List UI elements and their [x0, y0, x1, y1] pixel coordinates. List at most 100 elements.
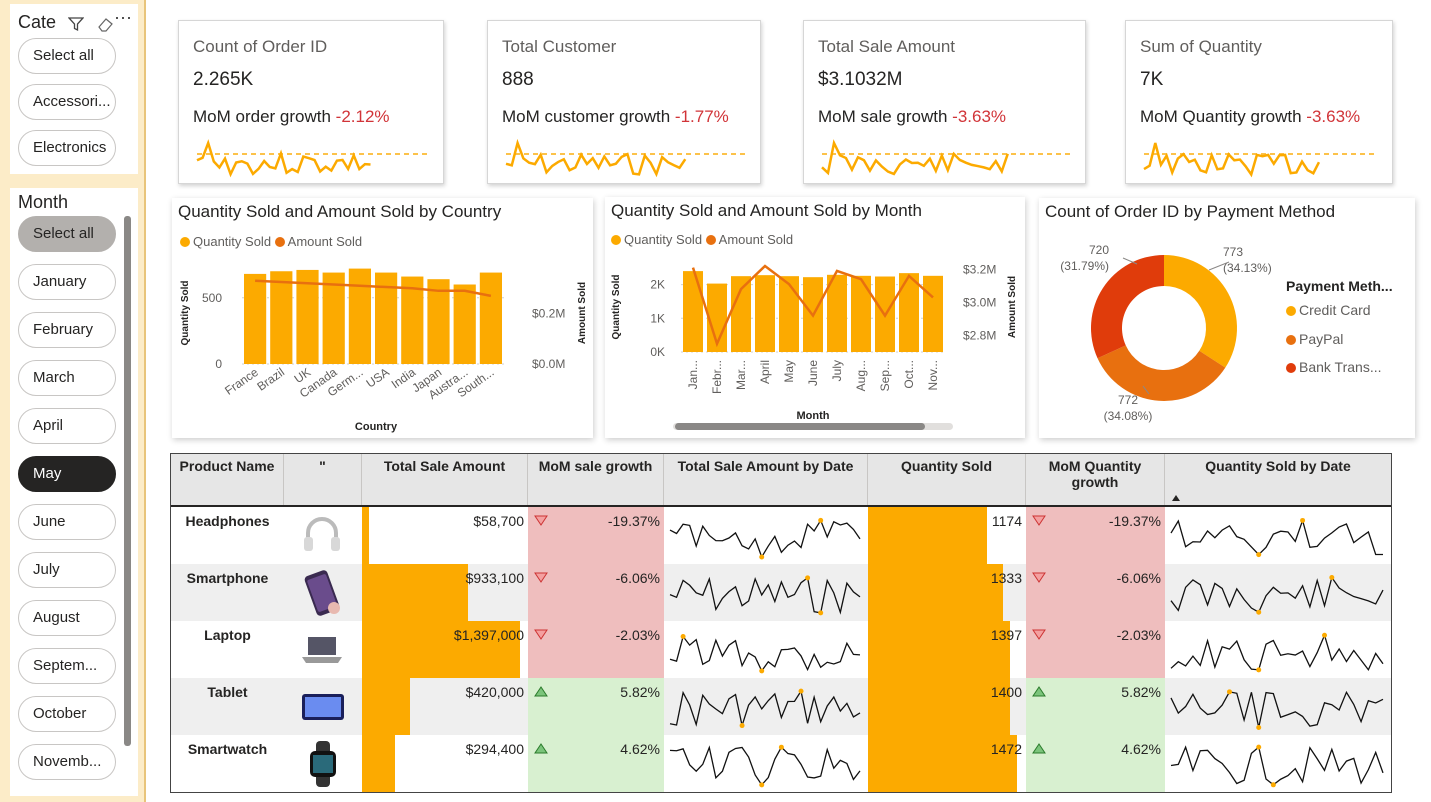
y2-axis-title: Amount Sold: [1007, 276, 1018, 338]
col-header-product[interactable]: Product Name: [171, 454, 284, 506]
laptop-icon: [302, 637, 342, 663]
month-item-february[interactable]: February: [18, 312, 116, 348]
month-item-may[interactable]: May: [18, 456, 116, 492]
table-row[interactable]: Smartphone $933,100 -6.06% 1333 -6.06%: [171, 564, 1391, 621]
quantity-sparkline-cell: [1165, 735, 1391, 792]
kpi-value: 7K: [1140, 69, 1164, 90]
sparkline-high-marker: [1226, 689, 1232, 695]
col-header-mom-quantity[interactable]: MoM Quantity growth: [1026, 454, 1165, 506]
col-header-qty-by-date[interactable]: Quantity Sold by Date: [1165, 454, 1391, 506]
product-name-cell: Smartwatch: [187, 741, 268, 757]
category-item-accessories[interactable]: Accessori...: [18, 84, 116, 120]
payment-legend-paypal[interactable]: PayPal: [1286, 331, 1343, 347]
mom-sale-value: 5.82%: [620, 684, 660, 700]
quantity-cell: 1174: [868, 507, 1026, 564]
month-item-january[interactable]: January: [18, 264, 116, 300]
sparkline-high-marker: [680, 634, 686, 640]
table-row[interactable]: Headphones $58,700 -19.37% 1174 -19.37%: [171, 507, 1391, 564]
product-image-cell: [284, 564, 362, 621]
payment-legend-bank[interactable]: Bank Trans...: [1286, 359, 1381, 375]
month-slicer-title: Month: [18, 192, 69, 212]
product-image-cell: [284, 678, 362, 735]
more-options-icon[interactable]: ⋯: [114, 8, 132, 29]
payment-legend-title: Payment Meth...: [1286, 278, 1393, 294]
quantity-sparkline-cell: [1165, 621, 1391, 678]
sale-sparkline-cell: [664, 564, 868, 621]
sparkline-low-marker: [1256, 552, 1262, 558]
x-tick-label: Mar...: [734, 360, 748, 390]
sparkline-low-marker: [1270, 782, 1276, 788]
bar-quantity: [244, 273, 267, 364]
quantity-bar: [868, 678, 1010, 735]
slice-count: 773: [1223, 245, 1243, 259]
payment-legend-credit[interactable]: Credit Card: [1286, 302, 1371, 318]
sparkline-line: [669, 689, 861, 729]
kpi-label: Sum of Quantity: [1140, 37, 1262, 56]
kpi-growth: MoM customer growth -1.77%: [502, 107, 729, 127]
slice-percent: (31.79%): [1060, 259, 1109, 273]
month-item-november[interactable]: Novemb...: [18, 744, 116, 780]
col-header-image[interactable]: ": [284, 454, 362, 506]
table-row[interactable]: Laptop $1,397,000 -2.03% 1397 -2.03%: [171, 621, 1391, 678]
bar-quantity: [755, 275, 775, 352]
sale-sparkline-cell: [664, 621, 868, 678]
y2-tick-label: $2.8M: [963, 328, 996, 342]
kpi-card-orders: Count of Order ID 2.265K MoM order growt…: [178, 20, 444, 184]
month-chart-scroll-track[interactable]: [673, 423, 953, 430]
table-row[interactable]: Smartwatch $294,400 4.62% 1472 4.62%: [171, 735, 1391, 792]
slice-count: 772: [1118, 393, 1138, 407]
mom-sale-cell: 4.62%: [528, 735, 664, 792]
sale-amount-cell: $933,100: [362, 564, 528, 621]
sparkline-high-marker: [805, 575, 811, 581]
bar-quantity: [683, 271, 703, 352]
mom-quantity-value: 5.82%: [1121, 684, 1161, 700]
month-item-october[interactable]: October: [18, 696, 116, 732]
product-image-cell: [284, 621, 362, 678]
month-chart: Quantity Sold and Amount Sold by Month Q…: [605, 197, 1025, 438]
month-item-june[interactable]: June: [18, 504, 116, 540]
month-slicer-scrollbar[interactable]: [124, 216, 131, 746]
col-header-sale-amount[interactable]: Total Sale Amount: [362, 454, 528, 506]
mom-sale-cell: -2.03%: [528, 621, 664, 678]
table-row[interactable]: Tablet $420,000 5.82% 1400 5.82%: [171, 678, 1391, 735]
col-header-quantity[interactable]: Quantity Sold: [868, 454, 1026, 506]
mom-sale-value: 4.62%: [620, 741, 660, 757]
month-item-march[interactable]: March: [18, 360, 116, 396]
mom-quantity-cell: 4.62%: [1026, 735, 1165, 792]
filter-icon[interactable]: [68, 16, 84, 32]
kpi-label: Total Sale Amount: [818, 37, 956, 56]
month-item-april[interactable]: April: [18, 408, 116, 444]
eraser-icon[interactable]: [96, 16, 114, 32]
month-item-july[interactable]: July: [18, 552, 116, 588]
bar-quantity: [453, 284, 476, 364]
quantity-value: 1472: [990, 741, 1022, 757]
category-item-electronics[interactable]: Electronics: [18, 130, 116, 166]
month-item-september[interactable]: Septem...: [18, 648, 116, 684]
bar-quantity: [851, 275, 871, 352]
category-item-select-all[interactable]: Select all: [18, 38, 116, 74]
sparkline-line: [1143, 142, 1321, 178]
month-item-select-all[interactable]: Select all: [18, 216, 116, 252]
x-tick-label: Sep...: [878, 360, 892, 391]
col-header-mom-sale[interactable]: MoM sale growth: [528, 454, 664, 506]
mom-sale-value: -19.37%: [607, 513, 660, 529]
mom-quantity-cell: -2.03%: [1026, 621, 1165, 678]
month-slicer: Month Select all January February March …: [10, 188, 138, 796]
month-chart-scroll-thumb[interactable]: [675, 423, 925, 430]
product-table: Product Name " Total Sale Amount MoM sal…: [170, 453, 1392, 793]
kpi-label: Count of Order ID: [193, 37, 328, 56]
bar-quantity: [479, 272, 502, 364]
kpi-value: 2.265K: [193, 69, 254, 90]
quantity-bar: [868, 564, 1003, 621]
slice-count: 720: [1089, 243, 1109, 257]
month-chart-plot: 0K 1K 2K $2.8M $3.0M $3.2M Jan... Febr... Mar...…: [611, 262, 1018, 422]
col-header-sale-by-date[interactable]: Total Sale Amount by Date: [664, 454, 868, 506]
month-item-august[interactable]: August: [18, 600, 116, 636]
kpi-value: $3.1032M: [818, 69, 903, 90]
quantity-sparkline: [1170, 689, 1384, 730]
sort-ascending-icon[interactable]: [1171, 494, 1181, 502]
slice-percent: (34.08%): [1104, 409, 1153, 423]
trend-down-icon: [1032, 629, 1046, 640]
trend-up-icon: [1032, 743, 1046, 754]
quantity-cell: 1397: [868, 621, 1026, 678]
